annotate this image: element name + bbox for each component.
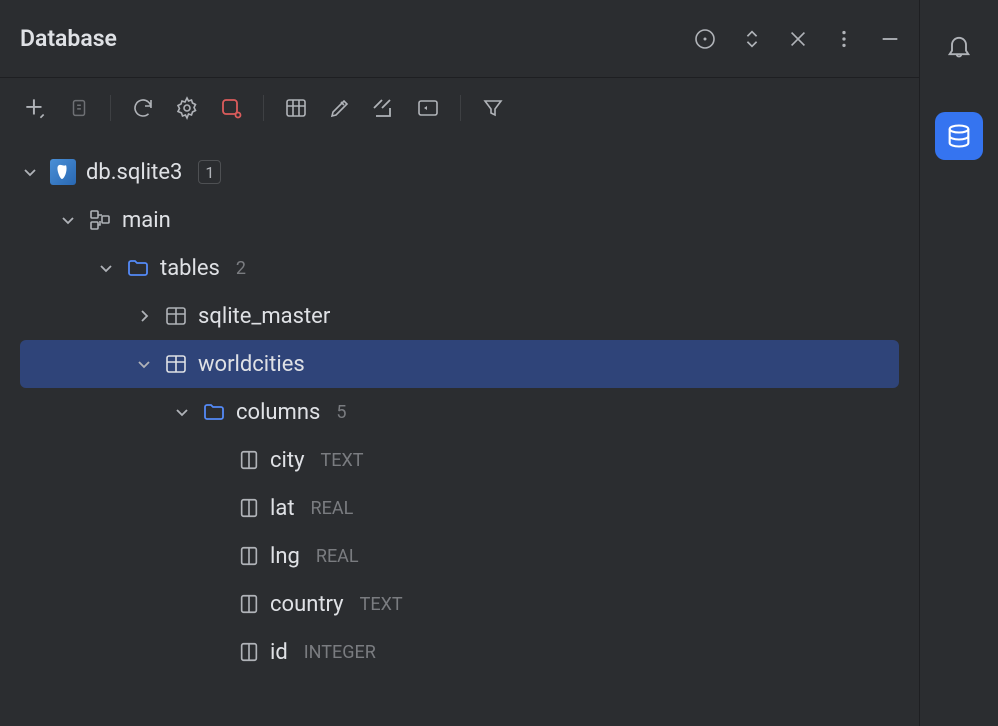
tables-label: tables [160,256,220,281]
disconnect-icon[interactable] [219,96,243,120]
chevron-down-icon[interactable] [172,404,192,420]
column-name: lng [270,544,300,569]
sqlite-icon [50,159,76,185]
columns-count: 5 [336,402,346,423]
chevron-down-icon[interactable] [96,260,116,276]
table-view-icon[interactable] [284,96,308,120]
tree-column-item[interactable]: lng REAL [20,532,899,580]
expand-collapse-icon[interactable] [741,28,763,50]
edit-icon[interactable] [328,96,352,120]
database-tool-button[interactable] [935,112,983,160]
close-icon[interactable] [787,28,809,50]
column-type: TEXT [320,450,363,471]
column-icon [238,545,260,567]
filter-icon[interactable] [481,96,505,120]
toolbar-separator [263,95,264,121]
column-icon [238,497,260,519]
notifications-button[interactable] [935,22,983,70]
tree-column-item[interactable]: country TEXT [20,580,899,628]
chevron-down-icon[interactable] [58,212,78,228]
toolbar-separator [460,95,461,121]
tree-columns-folder[interactable]: columns 5 [20,388,899,436]
chevron-down-icon[interactable] [134,356,154,372]
add-icon[interactable] [22,95,48,121]
console-icon[interactable] [416,96,440,120]
panel-header-actions [693,27,901,51]
refresh-icon[interactable] [131,96,155,120]
chevron-down-icon[interactable] [20,164,40,180]
toolbar [0,78,919,138]
column-name: country [270,592,344,617]
schema-name: main [122,208,171,233]
folder-icon [202,400,226,424]
column-type: REAL [311,498,354,519]
column-type: TEXT [360,594,403,615]
settings-icon[interactable] [175,96,199,120]
database-tree: db.sqlite3 1 main tables 2 [0,138,919,676]
folder-icon [126,256,150,280]
column-name: city [270,448,304,473]
tree-tables-folder[interactable]: tables 2 [20,244,899,292]
chevron-right-icon[interactable] [134,308,154,324]
database-name: db.sqlite3 [86,160,182,185]
tree-table-item-selected[interactable]: worldcities [20,340,899,388]
column-icon [238,593,260,615]
columns-label: columns [236,400,320,425]
tree-column-item[interactable]: lat REAL [20,484,899,532]
panel-title: Database [20,25,117,52]
database-badge: 1 [198,160,221,184]
tables-count: 2 [236,258,246,279]
more-icon[interactable] [833,28,855,50]
database-panel: Database [0,0,920,726]
column-type: INTEGER [304,642,376,663]
tree-table-item[interactable]: sqlite_master [20,292,899,340]
table-name: sqlite_master [198,304,330,329]
tree-column-item[interactable]: city TEXT [20,436,899,484]
column-name: id [270,640,288,665]
duplicate-icon[interactable] [68,97,90,119]
toolbar-separator [110,95,111,121]
table-icon [164,304,188,328]
target-icon[interactable] [693,27,717,51]
schema-icon [88,208,112,232]
table-icon [164,352,188,376]
column-icon [238,449,260,471]
tree-database-node[interactable]: db.sqlite3 1 [20,148,899,196]
jump-to-source-icon[interactable] [372,96,396,120]
column-icon [238,641,260,663]
tree-column-item[interactable]: id INTEGER [20,628,899,676]
column-name: lat [270,496,295,521]
column-type: REAL [316,546,359,567]
right-sidebar [920,0,998,726]
minimize-icon[interactable] [879,28,901,50]
tree-schema-node[interactable]: main [20,196,899,244]
panel-header: Database [0,0,919,78]
table-name: worldcities [198,352,305,377]
